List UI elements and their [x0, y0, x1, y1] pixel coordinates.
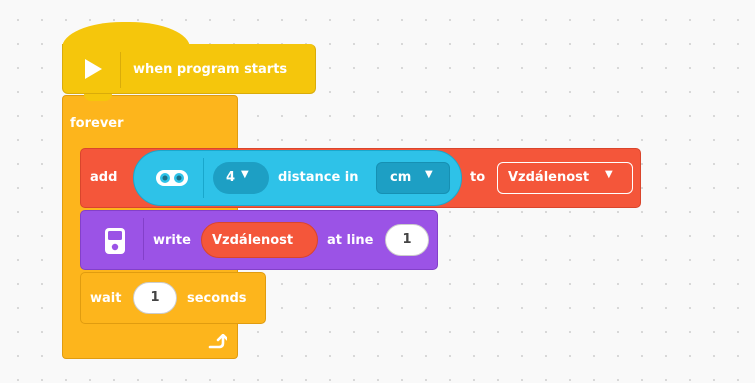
hub-display-icon [105, 228, 125, 254]
hat-divider [120, 52, 121, 88]
unit-value: cm [390, 170, 412, 185]
write-divider [143, 218, 144, 260]
at-line-label: at line [327, 233, 374, 248]
port-value: 4 [226, 170, 236, 185]
add-label: add [90, 170, 118, 185]
forever-label: forever [70, 116, 124, 131]
unit-dropdown[interactable] [376, 162, 450, 194]
play-icon [85, 59, 102, 79]
variable-value: Vzdálenost [508, 170, 590, 185]
seconds-label: seconds [187, 291, 247, 306]
sensor-divider [203, 158, 204, 198]
write-label: write [153, 233, 191, 248]
wait-label: wait [90, 291, 122, 306]
loop-arrow-icon [208, 334, 227, 349]
chevron-down-icon: ▼ [425, 169, 433, 180]
distance-sensor-icon [156, 170, 188, 186]
forever-connector-notch [84, 94, 112, 101]
when-program-starts-label: when program starts [133, 62, 288, 77]
line-number-input[interactable]: 1 [385, 224, 429, 256]
chevron-down-icon: ▼ [605, 169, 613, 180]
variable-reporter-label: Vzdálenost [212, 233, 294, 248]
chevron-down-icon: ▼ [241, 169, 249, 180]
distance-in-label: distance in [278, 170, 359, 185]
wait-seconds-input[interactable]: 1 [133, 282, 177, 314]
to-label: to [470, 170, 486, 185]
